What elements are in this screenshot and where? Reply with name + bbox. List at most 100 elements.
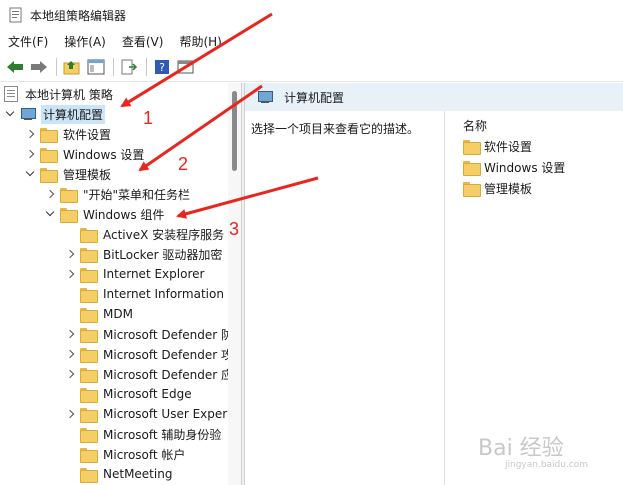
up-folder-icon[interactable] <box>61 56 83 78</box>
tree-item-mdm[interactable]: MDM <box>64 304 135 324</box>
folder-icon <box>80 267 98 283</box>
annotation-number-2: 2 <box>178 154 189 174</box>
tree-item-label: Microsoft 帐户 <box>103 447 186 462</box>
list-item-software-settings[interactable]: 软件设置 <box>463 136 532 156</box>
policy-document-icon <box>4 86 18 102</box>
tree-item-admin-templates[interactable]: 管理模板 <box>24 164 113 184</box>
toolbar-separator <box>146 57 147 76</box>
folder-icon <box>80 367 98 383</box>
tree-pane: 本地计算机 策略 计算机配置 软件设置 Windows 设置 管理模板 "开始"… <box>0 83 241 485</box>
folder-icon <box>463 181 481 197</box>
title-bar: 本地组策略编辑器 <box>0 0 623 30</box>
tree-item-defender-1[interactable]: Microsoft Defender 防 <box>64 324 235 344</box>
chevron-down-icon[interactable] <box>44 208 56 220</box>
chevron-right-icon[interactable] <box>64 328 76 340</box>
baidu-watermark: Bai 经验 <box>478 436 564 461</box>
tree-root-label: 本地计算机 策略 <box>25 87 113 102</box>
tree-item-secondary-auth[interactable]: Microsoft 辅助身份验 <box>64 424 223 444</box>
menu-bar: 文件(F) 操作(A) 查看(V) 帮助(H) <box>0 30 623 52</box>
details-pane: 计算机配置 选择一个项目来查看它的描述。 名称 软件设置 Windows 设置 … <box>245 83 623 485</box>
folder-icon <box>80 407 98 423</box>
tree-item-activex[interactable]: ActiveX 安装程序服务 <box>64 224 226 244</box>
chevron-right-icon[interactable] <box>44 188 56 200</box>
list-item-label: 软件设置 <box>484 139 533 154</box>
tree-item-label: Microsoft 辅助身份验 <box>103 427 222 442</box>
chevron-right-icon[interactable] <box>24 148 36 160</box>
folder-icon <box>80 427 98 443</box>
scrollbar-thumb[interactable] <box>232 91 237 171</box>
tree-item-label: Microsoft Defender 防 <box>103 327 234 342</box>
tree-item-label: MDM <box>103 307 133 321</box>
folder-icon <box>463 139 481 155</box>
tree-item-bitlocker[interactable]: BitLocker 驱动器加密 <box>64 244 224 264</box>
description-column <box>245 111 445 485</box>
tree-item-label: Internet Explorer <box>103 267 205 281</box>
list-item-windows-settings[interactable]: Windows 设置 <box>463 157 565 177</box>
export-list-icon[interactable] <box>118 56 140 78</box>
help-icon[interactable]: ? <box>151 56 173 78</box>
menu-action[interactable]: 操作(A) <box>56 33 114 50</box>
tree-item-label: Microsoft User Exper <box>103 407 228 421</box>
list-item-admin-templates[interactable]: 管理模板 <box>463 178 532 198</box>
tree-item-microsoft-account[interactable]: Microsoft 帐户 <box>64 444 187 464</box>
menu-file[interactable]: 文件(F) <box>0 33 56 50</box>
tree-item-internet-information[interactable]: Internet Information <box>64 284 226 304</box>
toolbar-separator <box>113 57 114 76</box>
svg-text:?: ? <box>159 61 165 74</box>
tree-item-internet-explorer[interactable]: Internet Explorer <box>64 264 206 284</box>
chevron-down-icon[interactable] <box>4 108 16 120</box>
tree-item-defender-2[interactable]: Microsoft Defender 攻 <box>64 344 235 364</box>
menu-view[interactable]: 查看(V) <box>114 33 172 50</box>
window-title: 本地组策略编辑器 <box>30 8 127 23</box>
chevron-right-icon[interactable] <box>64 368 76 380</box>
list-item-label: 管理模板 <box>484 181 533 196</box>
annotation-number-3: 3 <box>229 219 240 239</box>
toolbar-separator <box>56 57 57 76</box>
chevron-down-icon[interactable] <box>24 168 36 180</box>
forward-arrow-icon[interactable] <box>28 56 50 78</box>
tree-item-defender-3[interactable]: Microsoft Defender 应 <box>64 364 235 384</box>
tree-item-label: Windows 设置 <box>63 147 145 162</box>
tree-scrollbar[interactable] <box>228 83 241 485</box>
folder-icon <box>80 447 98 463</box>
tree-item-label: Microsoft Defender 应 <box>103 367 234 382</box>
folder-icon <box>463 160 481 176</box>
folder-icon <box>80 327 98 343</box>
folder-icon <box>80 307 98 323</box>
folder-icon <box>80 347 98 363</box>
details-header: 计算机配置 <box>245 83 623 111</box>
back-arrow-icon[interactable] <box>4 56 26 78</box>
folder-icon <box>40 167 58 183</box>
chevron-right-icon[interactable] <box>64 268 76 280</box>
chevron-right-icon[interactable] <box>24 128 36 140</box>
tree-item-label: 软件设置 <box>63 127 112 142</box>
tree-item-netmeeting[interactable]: NetMeeting <box>64 464 174 484</box>
properties-icon[interactable] <box>175 56 197 78</box>
tree-item-computer-config[interactable]: 计算机配置 <box>4 104 106 124</box>
chevron-right-icon[interactable] <box>64 248 76 260</box>
computer-icon <box>257 90 273 104</box>
list-item-label: Windows 设置 <box>484 160 566 175</box>
folder-icon <box>60 207 78 223</box>
details-header-title: 计算机配置 <box>284 90 345 105</box>
tree-item-windows-components[interactable]: Windows 组件 <box>44 204 166 224</box>
tree-item-user-experience[interactable]: Microsoft User Exper <box>64 404 229 424</box>
tree-item-label: NetMeeting <box>103 467 173 481</box>
tree-item-software-settings[interactable]: 软件设置 <box>24 124 113 144</box>
baidu-watermark-url: jingyan.baidu.com <box>505 460 589 470</box>
chevron-right-icon[interactable] <box>64 348 76 360</box>
column-header-name[interactable]: 名称 <box>463 117 487 134</box>
toolbar: ? <box>0 52 623 82</box>
folder-icon <box>80 467 98 483</box>
tree-item-edge[interactable]: Microsoft Edge <box>64 384 194 404</box>
tree-item-start-menu-taskbar[interactable]: "开始"菜单和任务栏 <box>44 184 192 204</box>
folder-icon <box>80 387 98 403</box>
folder-icon <box>80 247 98 263</box>
tree-item-windows-settings[interactable]: Windows 设置 <box>24 144 146 164</box>
tree-item-label: 计算机配置 <box>41 104 106 124</box>
tree-root[interactable]: 本地计算机 策略 <box>4 84 115 104</box>
menu-help[interactable]: 帮助(H) <box>171 33 229 50</box>
chevron-right-icon[interactable] <box>64 408 76 420</box>
tree-item-label: Microsoft Defender 攻 <box>103 347 234 362</box>
show-hide-tree-icon[interactable] <box>85 56 107 78</box>
